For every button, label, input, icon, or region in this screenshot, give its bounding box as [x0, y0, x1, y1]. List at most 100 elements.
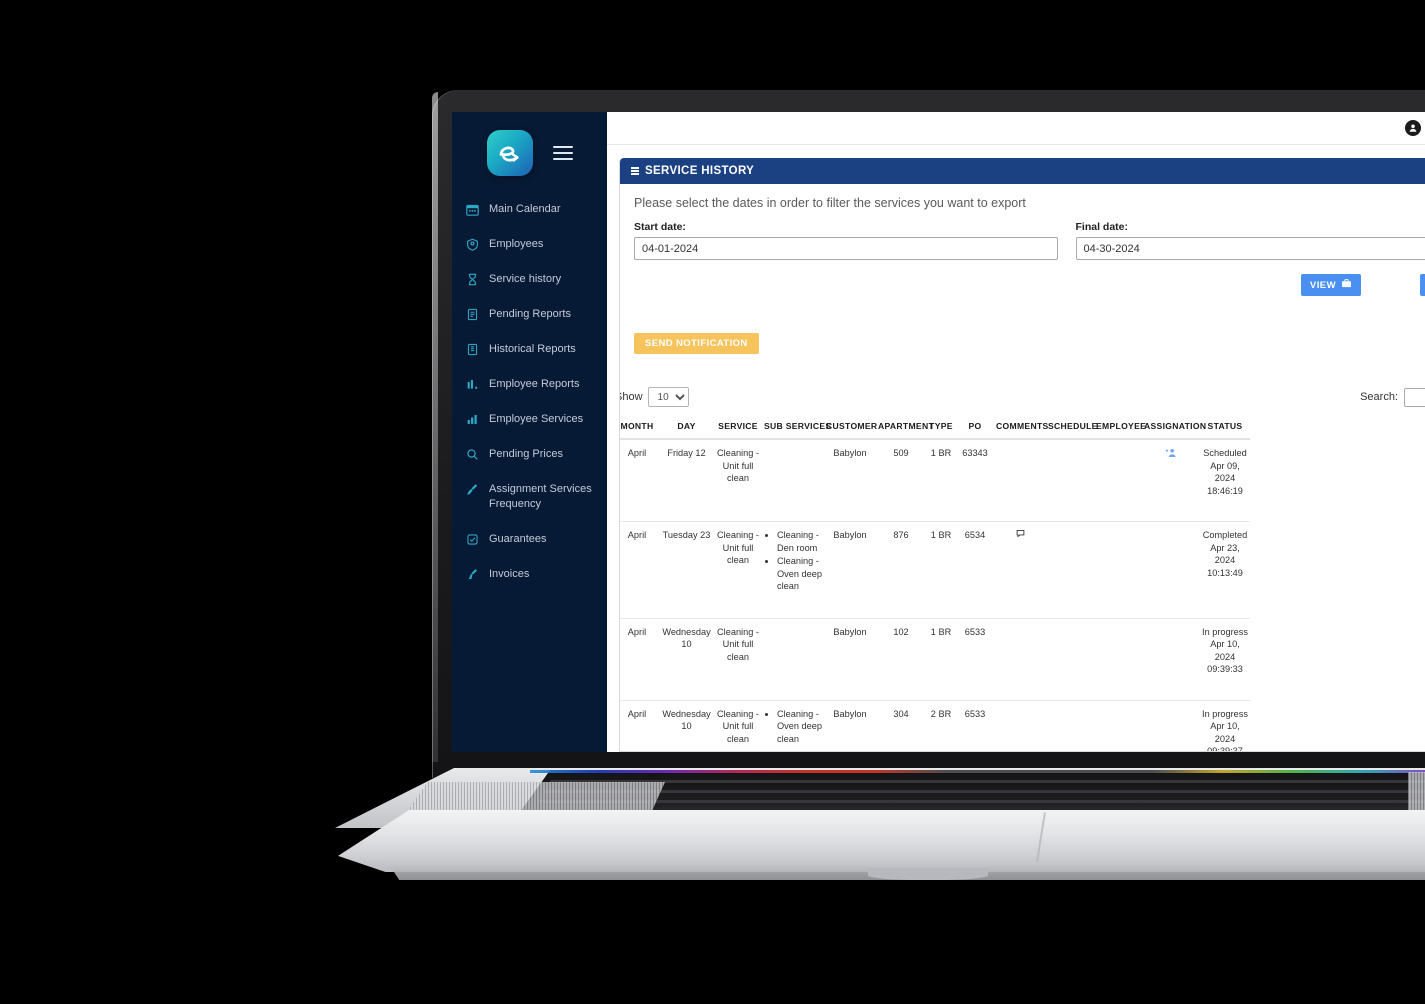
col-employee[interactable]: EMPLOYEE — [1094, 414, 1146, 440]
search-group: Search: — [1360, 387, 1425, 407]
export-button[interactable]: EXPORT — [1420, 274, 1425, 296]
col-day[interactable]: DAY — [659, 414, 714, 440]
hourglass-icon — [465, 272, 479, 286]
cell-customer: Babylon — [824, 521, 876, 619]
cell-apartment: 509 — [876, 439, 926, 522]
chart-up-icon — [465, 412, 479, 426]
sidebar-item-employee-reports[interactable]: Employee Reports — [452, 371, 607, 398]
speaker-grille-right — [1408, 772, 1425, 810]
briefcase-icon — [1341, 278, 1352, 292]
col-apartment[interactable]: APARTMENT — [876, 414, 934, 440]
col-status[interactable]: STATUS — [1200, 414, 1250, 440]
cell-employee — [1094, 439, 1142, 522]
col-schedule[interactable]: SCHEDULE — [1046, 414, 1097, 440]
status-badge: In progress Apr 10, 2024 09:39:33 — [1200, 618, 1250, 701]
shield-check-icon — [465, 532, 479, 546]
sidebar-item-label: Invoices — [489, 568, 530, 580]
start-date-input[interactable] — [634, 237, 1058, 260]
hamburger-icon[interactable] — [552, 146, 573, 160]
cell-po: 6534 — [956, 521, 994, 619]
final-date-group: Final date: — [1075, 221, 1425, 260]
cell-assignation — [1142, 521, 1200, 619]
sidebar-item-employee-services[interactable]: Employee Services — [452, 406, 607, 433]
cell-employee — [1094, 521, 1142, 619]
status-badge: In progress Apr 10, 2024 09:39:37 — [1200, 700, 1250, 751]
cell-service: Cleaning - Unit full clean — [714, 521, 762, 619]
cell-customer: Babylon — [824, 618, 876, 701]
start-date-label: Start date: — [634, 221, 686, 233]
table-row[interactable]: April Friday 12 Cleaning - Unit full clean… — [620, 439, 1250, 522]
final-date-input[interactable] — [1075, 237, 1425, 260]
sidebar-item-employees[interactable]: Employees — [452, 231, 607, 258]
cell-assignation — [1142, 618, 1200, 701]
sidebar-item-service-history[interactable]: Service history — [452, 266, 607, 293]
col-assignation[interactable]: ASSIGNATION — [1142, 414, 1206, 440]
sidebar-item-label: Employee Services — [489, 413, 584, 425]
cell-day: Tuesday 23 — [659, 521, 714, 619]
sidebar-item-pending-prices[interactable]: Pending Prices — [452, 441, 607, 468]
sidebar-item-invoices[interactable]: Invoices — [452, 561, 607, 588]
table-row[interactable]: April Tuesday 23 Cleaning - Unit full clea… — [620, 521, 1250, 619]
cell-day: Friday 12 — [659, 439, 714, 522]
sidebar-item-label: Employees — [489, 238, 544, 250]
col-service[interactable]: SERVICE — [714, 414, 762, 440]
sidebar-nav: Main Calendar Employees Service history — [452, 196, 607, 588]
sidebar-item-main-calendar[interactable]: Main Calendar — [452, 196, 607, 223]
view-button[interactable]: VIEW — [1300, 274, 1361, 296]
status-badge: Scheduled Apr 09, 2024 18:46:19 — [1200, 439, 1250, 522]
cell-schedule — [1046, 439, 1094, 522]
cell-apartment: 102 — [876, 618, 926, 701]
search-input[interactable] — [1404, 387, 1425, 407]
page-title: SERVICE HISTORY — [645, 165, 755, 177]
broom-invoice-icon — [465, 567, 479, 581]
cell-month: April — [620, 439, 659, 522]
cell-assignation — [1142, 700, 1200, 751]
cell-schedule — [1046, 618, 1094, 701]
cell-apartment: 304 — [876, 700, 926, 751]
table-header-row: MONTH DAY SERVICE SUB SERVICES CUSTOMER … — [620, 414, 1250, 440]
cell-assignation — [1142, 439, 1200, 522]
view-button-label: VIEW — [1309, 279, 1336, 291]
table-row[interactable]: April Wednesday 10 Cleaning - Unit full cl… — [620, 618, 1250, 701]
sidebar-item-label: Main Calendar — [489, 203, 561, 215]
laptop-front-notch — [868, 868, 988, 880]
app-root: Main Calendar Employees Service history — [452, 112, 1425, 752]
sidebar: Main Calendar Employees Service history — [452, 112, 607, 752]
col-customer[interactable]: CUSTOMER — [824, 414, 877, 440]
list-icon — [631, 167, 639, 175]
cell-sub-services: Cleaning - Den roomCleaning - Oven deep … — [762, 521, 824, 619]
col-po[interactable]: PO — [956, 414, 994, 440]
sidebar-item-label: Pending Prices — [489, 448, 563, 460]
action-button-row: VIEW EXPORT — [634, 273, 1425, 297]
panel-header: SERVICE HISTORY — [620, 158, 1425, 184]
user-avatar-icon[interactable] — [1404, 120, 1421, 136]
service-history-panel: SERVICE HISTORY Please select the dates … — [619, 158, 1425, 752]
keyboard-backlight-strip — [530, 770, 1425, 773]
comment-bubble-icon[interactable] — [1016, 530, 1025, 540]
col-comments[interactable]: COMMENTS — [994, 414, 1048, 440]
table-row[interactable]: April Wednesday 10 Cleaning - Unit full cl… — [620, 700, 1250, 751]
report-icon — [465, 307, 479, 321]
cell-month: April — [620, 521, 659, 619]
e-arrow-logo[interactable] — [486, 130, 533, 176]
cell-service: Cleaning - Unit full clean — [714, 439, 762, 522]
cell-employee — [1094, 618, 1142, 701]
cell-type: 1 BR — [926, 439, 956, 522]
sidebar-item-assignment-services-frequency[interactable]: Assignment Services Frequency — [452, 476, 607, 518]
cell-po: 63343 — [956, 439, 994, 522]
filter-helper-text: Please select the dates in order to filt… — [634, 196, 1026, 210]
sidebar-header — [452, 118, 607, 196]
cell-customer: Babylon — [824, 439, 876, 522]
col-type[interactable]: TYPE — [926, 414, 956, 440]
sidebar-item-pending-reports[interactable]: Pending Reports — [452, 301, 607, 328]
show-entries-select[interactable]: 10 — [647, 387, 689, 407]
table-scroll-region[interactable]: MONTH DAY SERVICE SUB SERVICES CUSTOMER … — [620, 414, 1425, 751]
col-sub-services[interactable]: SUB SERVICES — [762, 414, 831, 440]
cell-type: 1 BR — [926, 618, 956, 701]
sidebar-item-historical-reports[interactable]: Historical Reports — [452, 336, 607, 363]
send-notification-button[interactable]: SEND NOTIFICATION — [634, 333, 759, 354]
add-user-icon[interactable] — [1165, 447, 1177, 463]
sidebar-item-guarantees[interactable]: Guarantees — [452, 526, 607, 553]
col-month[interactable]: MONTH — [620, 414, 659, 440]
cell-comments — [994, 618, 1046, 701]
